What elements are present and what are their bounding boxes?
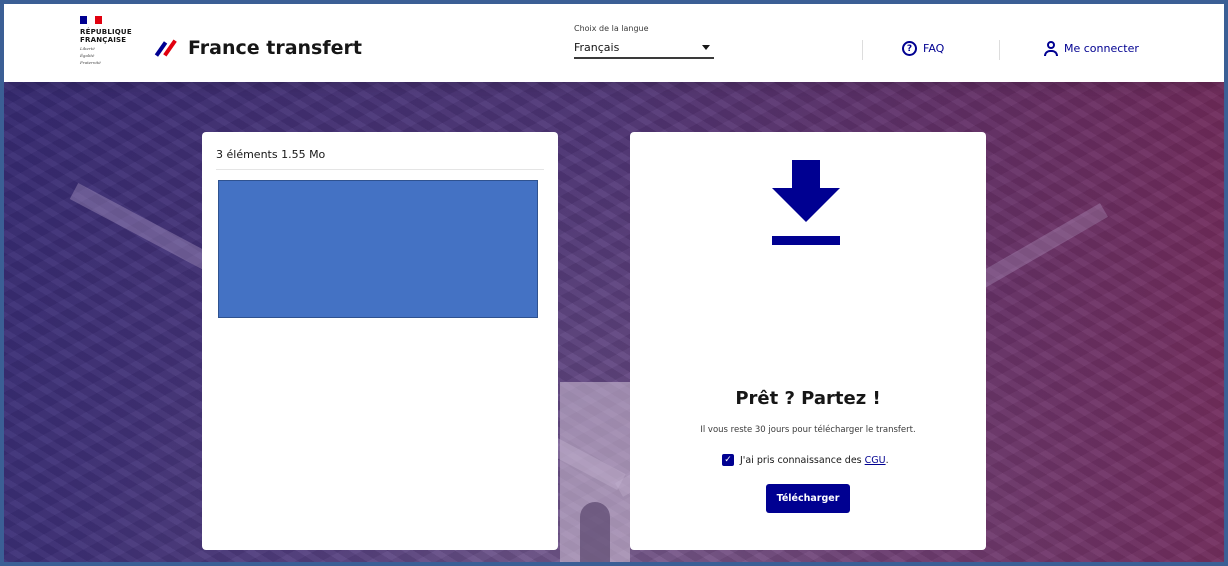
- redacted-file-list: [218, 180, 538, 318]
- brand-link[interactable]: France transfert: [154, 37, 362, 59]
- language-selector[interactable]: Choix de la langue Français: [574, 24, 714, 59]
- tricolor-flag-icon: [80, 16, 102, 24]
- download-title: Prêt ? Partez !: [735, 388, 881, 409]
- download-button[interactable]: Télécharger: [766, 484, 850, 513]
- arc-de-triomphe: [560, 382, 630, 562]
- chevron-down-icon: [702, 44, 710, 50]
- files-summary: 3 éléments 1.55 Mo: [216, 148, 544, 170]
- faq-label: FAQ: [923, 42, 945, 55]
- login-link[interactable]: Me connecter: [1044, 41, 1139, 56]
- header-divider: [862, 40, 863, 60]
- language-value: Français: [574, 40, 620, 54]
- page-frame: RÉPUBLIQUE FRANÇAISE Liberté Égalité Fra…: [0, 0, 1228, 566]
- francaise-label: FRANÇAISE: [80, 36, 127, 44]
- login-label: Me connecter: [1064, 42, 1139, 55]
- cgu-consent[interactable]: ✓ J'ai pris connaissance des CGU .: [722, 454, 889, 466]
- user-icon: [1044, 41, 1058, 56]
- question-circle-icon: ?: [902, 41, 917, 56]
- republique-francaise-logo[interactable]: RÉPUBLIQUE FRANÇAISE Liberté Égalité Fra…: [80, 16, 140, 65]
- devise-egalite: Égalité: [80, 53, 95, 58]
- site-header: RÉPUBLIQUE FRANÇAISE Liberté Égalité Fra…: [4, 4, 1224, 82]
- download-card: Prêt ? Partez ! Il vous reste 30 jours p…: [630, 132, 986, 550]
- france-transfert-logo-icon: [154, 38, 180, 58]
- language-select[interactable]: Français: [574, 37, 714, 59]
- header-divider: [999, 40, 1000, 60]
- consent-text: J'ai pris connaissance des: [740, 454, 862, 466]
- language-label: Choix de la langue: [574, 24, 649, 33]
- faq-link[interactable]: ? FAQ: [902, 41, 944, 56]
- republique-label: RÉPUBLIQUE: [80, 28, 132, 36]
- cgu-link[interactable]: CGU: [865, 455, 886, 466]
- paris-background-image: [4, 82, 1224, 562]
- consent-checkbox[interactable]: ✓: [722, 454, 734, 466]
- devise-fraternite: Fraternité: [80, 60, 101, 65]
- brand-name: France transfert: [188, 37, 362, 59]
- download-arrow-icon: [770, 160, 842, 250]
- download-subtitle: Il vous reste 30 jours pour télécharger …: [700, 425, 916, 435]
- devise-liberte: Liberté: [80, 46, 95, 51]
- consent-suffix: .: [885, 454, 889, 466]
- files-card: 3 éléments 1.55 Mo: [202, 132, 558, 550]
